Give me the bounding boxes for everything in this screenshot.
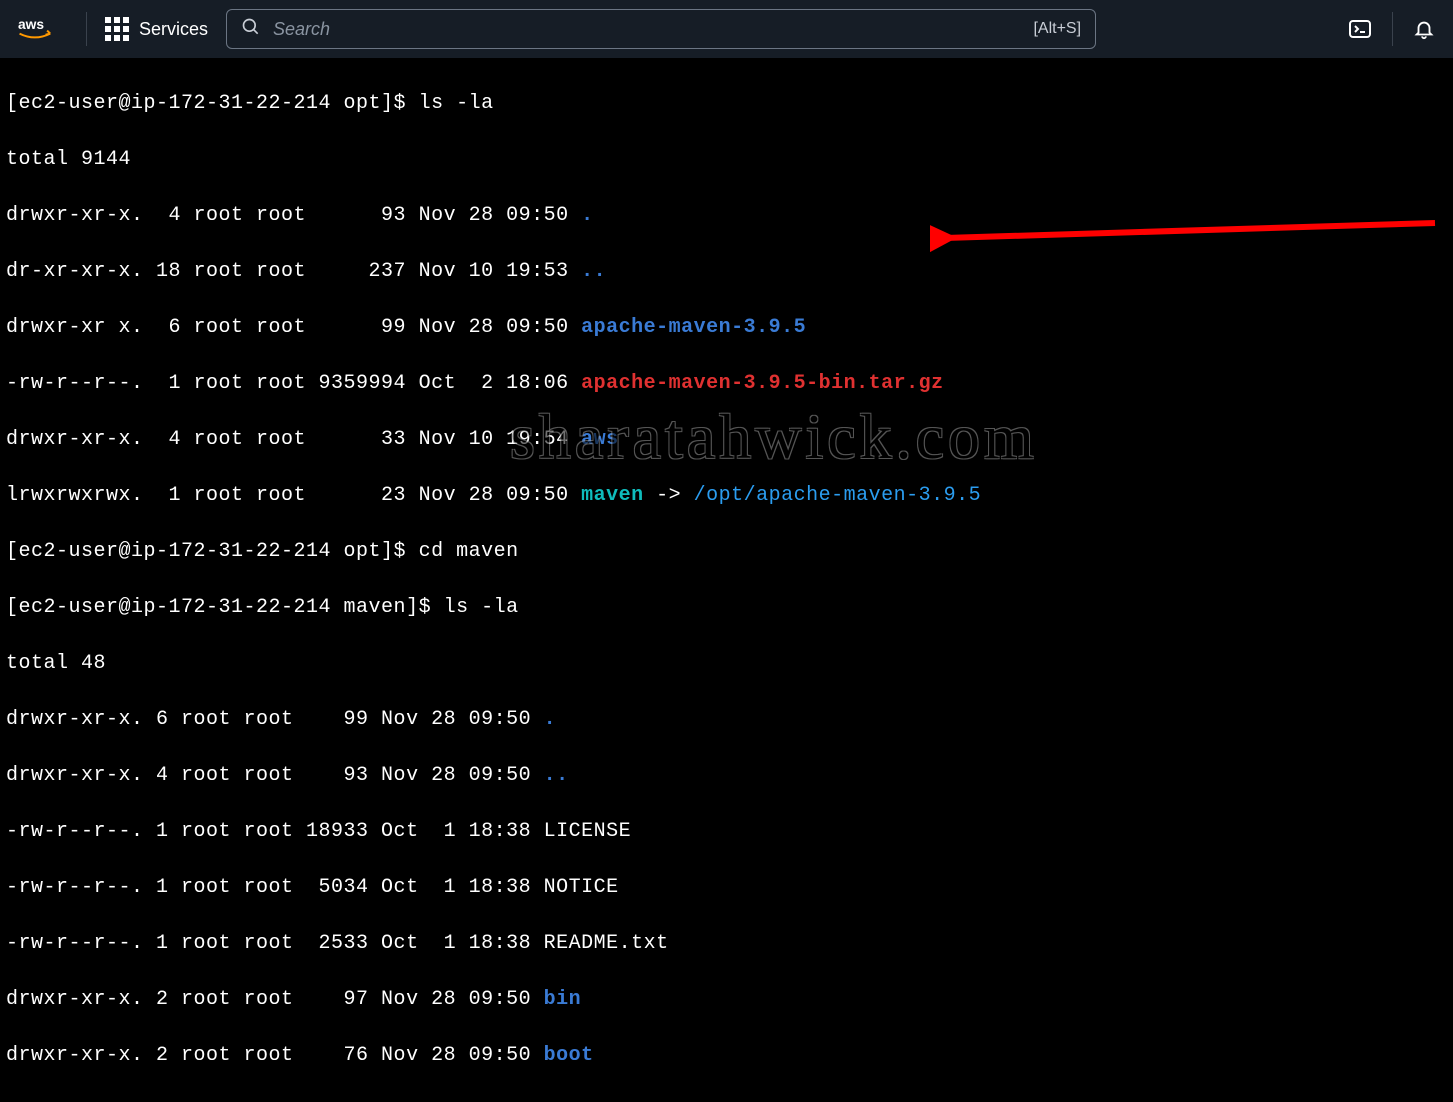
dir-name: bin <box>544 988 582 1011</box>
dir-name: boot <box>544 1044 594 1067</box>
symlink-target: /opt/apache-maven-3.9.5 <box>694 484 982 507</box>
terminal-line: drwxr-xr-x. 4 root root 93 Nov 28 09:50 … <box>6 762 1447 790</box>
terminal-line: -rw-r--r--. 1 root root 5034 Oct 1 18:38… <box>6 874 1447 902</box>
terminal-line: total 48 <box>6 650 1447 678</box>
grid-icon <box>105 17 129 41</box>
terminal-line: drwxr-xr-x. 2 root root 76 Nov 28 09:50 … <box>6 1042 1447 1070</box>
svg-text:aws: aws <box>18 17 44 32</box>
header-divider <box>1392 12 1393 46</box>
dir-name: aws <box>581 428 619 451</box>
terminal-line: [ec2-user@ip-172-31-22-214 opt]$ ls -la <box>6 90 1447 118</box>
dir-name: . <box>544 708 557 731</box>
services-label: Services <box>139 19 208 40</box>
terminal-line: drwxr-xr-x. 4 root root 93 Nov 28 09:50 … <box>6 202 1447 230</box>
search-shortcut-hint: [Alt+S] <box>1033 20 1081 38</box>
search-input[interactable] <box>273 19 1021 40</box>
services-button[interactable]: Services <box>105 17 208 41</box>
terminal-line: dr-xr-xr-x. 18 root root 237 Nov 10 19:5… <box>6 258 1447 286</box>
terminal-line: lrwxrwxrwx. 1 root root 23 Nov 28 09:50 … <box>6 482 1447 510</box>
cloudshell-icon[interactable] <box>1348 17 1372 41</box>
header-divider <box>86 12 87 46</box>
terminal-line: drwxr-xr-x. 4 root root 33 Nov 10 19:54 … <box>6 426 1447 454</box>
file-name: apache-maven-3.9.5-bin.tar.gz <box>581 372 944 395</box>
header-right-icons <box>1348 12 1435 46</box>
terminal-output: [ec2-user@ip-172-31-22-214 opt]$ ls -la … <box>0 58 1453 1102</box>
search-box[interactable]: [Alt+S] <box>226 9 1096 49</box>
terminal-line: total 9144 <box>6 146 1447 174</box>
terminal-line: -rw-r--r--. 1 root root 18933 Oct 1 18:3… <box>6 818 1447 846</box>
terminal-line: drwxr-xr-x. 6 root root 99 Nov 28 09:50 … <box>6 706 1447 734</box>
dir-name: . <box>581 204 594 227</box>
dir-name: .. <box>581 260 606 283</box>
terminal-line: [ec2-user@ip-172-31-22-214 opt]$ cd mave… <box>6 538 1447 566</box>
dir-name: apache-maven-3.9.5 <box>581 316 806 339</box>
aws-logo[interactable]: aws <box>18 15 64 43</box>
terminal-line: -rw-r--r--. 1 root root 2533 Oct 1 18:38… <box>6 930 1447 958</box>
bell-icon[interactable] <box>1413 18 1435 40</box>
dir-name: .. <box>544 764 569 787</box>
symlink-name: maven <box>581 484 644 507</box>
terminal-line: -rw-r--r--. 1 root root 9359994 Oct 2 18… <box>6 370 1447 398</box>
terminal-line: drwxr-xr x. 6 root root 99 Nov 28 09:50 … <box>6 314 1447 342</box>
terminal-line: drwxr-xr-x. 2 root root 97 Nov 28 09:50 … <box>6 986 1447 1014</box>
aws-console-header: aws Services [Alt+S] <box>0 0 1453 58</box>
terminal-line: [ec2-user@ip-172-31-22-214 maven]$ ls -l… <box>6 594 1447 622</box>
search-icon <box>241 17 261 42</box>
